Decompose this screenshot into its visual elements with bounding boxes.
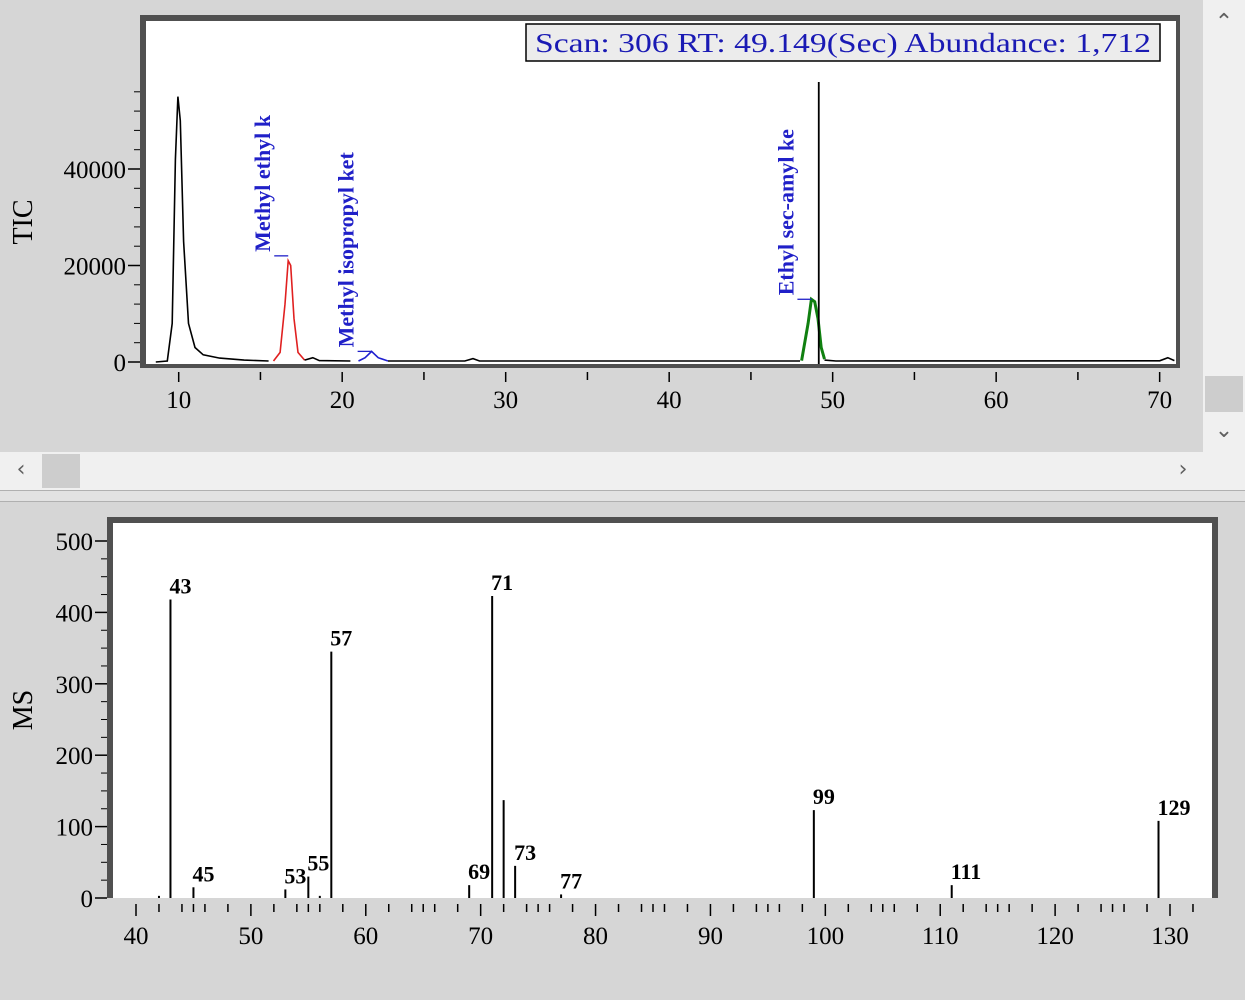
ms-ytick-label: 100 (56, 815, 94, 842)
vertical-scroll-thumb[interactable] (1205, 376, 1243, 412)
tic-peak-annotation-2: Ethyl sec-amyl ke (773, 129, 798, 295)
ms-xtick-label: 120 (1036, 923, 1074, 950)
ms-peak-label-111: 111 (951, 859, 982, 884)
tic-xtick-label: 30 (493, 387, 518, 414)
ms-peak-label-77: 77 (560, 868, 582, 893)
ms-spectrum-chart[interactable]: MS 0 100 200 300 400 500 40 50 60 70 80 90 100 110 120 1… (0, 502, 1245, 995)
ms-xtick-label: 80 (583, 923, 608, 950)
ms-peak-label-57: 57 (330, 626, 352, 651)
tic-xtick-label: 10 (166, 387, 191, 414)
ms-xtick-label: 50 (238, 923, 263, 950)
ms-peak-label-99: 99 (813, 784, 835, 809)
ms-xtick-label: 130 (1151, 923, 1189, 950)
ms-peak-label-71: 71 (491, 570, 513, 595)
ms-ytick-label: 0 (81, 886, 94, 913)
ms-peak-label-55: 55 (307, 851, 329, 876)
tic-ytick-label: 40000 (64, 157, 127, 184)
ms-chart-pane: MS 0 100 200 300 400 500 40 50 60 70 80 90 100 110 120 1… (0, 502, 1245, 995)
ms-peak-label-73: 73 (514, 840, 536, 865)
ms-plot-area (113, 523, 1212, 898)
ms-xtick-label: 40 (124, 923, 149, 950)
scroll-left-button[interactable]: ‹ (6, 459, 36, 481)
tic-xtick-label: 50 (820, 387, 845, 414)
tic-ytick-label: 0 (114, 350, 127, 377)
ms-xtick-label: 110 (922, 923, 959, 950)
ms-ytick-label: 200 (56, 743, 94, 770)
scroll-down-button[interactable]: ⌄ (1209, 420, 1239, 442)
ms-xtick-label: 90 (698, 923, 723, 950)
ms-peak-label-129: 129 (1158, 795, 1191, 820)
ms-ytick-label: 500 (56, 529, 94, 556)
horizontal-scrollbar[interactable]: ‹ › (0, 452, 1245, 490)
tic-readout-text: Scan: 306 RT: 49.149(Sec) Abundance: 1,7… (535, 28, 1151, 58)
ms-peak-label-45: 45 (192, 861, 214, 886)
scroll-up-button[interactable]: ⌃ (1209, 12, 1239, 34)
tic-ytick-label: 20000 (64, 254, 127, 281)
ms-peak-label-53: 53 (284, 863, 306, 888)
vertical-scrollbar[interactable]: ⌃ ⌄ (1203, 0, 1245, 452)
ms-ytick-label: 400 (56, 600, 94, 627)
tic-xtick-label: 20 (330, 387, 355, 414)
tic-peak-annotation-0: Methyl ethyl k (250, 114, 275, 252)
ms-ylabel: MS (8, 690, 39, 730)
tic-plot-area (146, 21, 1176, 364)
pane-splitter[interactable] (0, 490, 1245, 502)
tic-xtick-label: 40 (657, 387, 682, 414)
ms-xtick-label: 70 (468, 923, 493, 950)
ms-peak-label-69: 69 (468, 859, 490, 884)
horizontal-scroll-thumb[interactable] (42, 454, 80, 488)
tic-chart[interactable]: Scan: 306 RT: 49.149(Sec) Abundance: 1,7… (0, 0, 1203, 452)
scroll-right-button[interactable]: › (1168, 459, 1198, 481)
tic-xtick-label: 70 (1147, 387, 1172, 414)
ms-xtick-label: 60 (353, 923, 378, 950)
tic-peak-annotation-1: Methyl isopropyl ket (334, 152, 359, 348)
ms-xtick-label: 100 (807, 923, 845, 950)
tic-ylabel: TIC (8, 199, 39, 244)
tic-chart-pane: Scan: 306 RT: 49.149(Sec) Abundance: 1,7… (0, 0, 1203, 452)
ms-ytick-label: 300 (56, 672, 94, 699)
tic-xtick-label: 60 (984, 387, 1009, 414)
ms-peak-label-43: 43 (169, 574, 191, 599)
